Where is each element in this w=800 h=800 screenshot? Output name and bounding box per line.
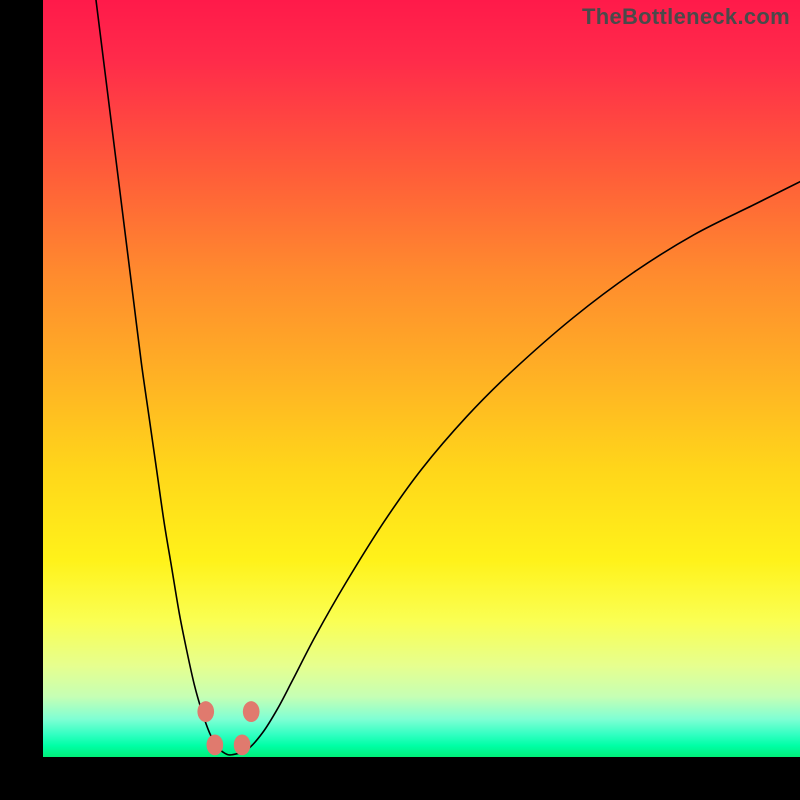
curve-marker xyxy=(234,734,251,755)
bottleneck-plot xyxy=(43,0,800,757)
curve-marker xyxy=(197,701,214,722)
curve-marker xyxy=(207,734,224,755)
markers-group xyxy=(197,701,259,755)
bottleneck-curve xyxy=(96,0,800,755)
chart-area: TheBottleneck.com xyxy=(43,0,800,757)
curve-marker xyxy=(243,701,260,722)
